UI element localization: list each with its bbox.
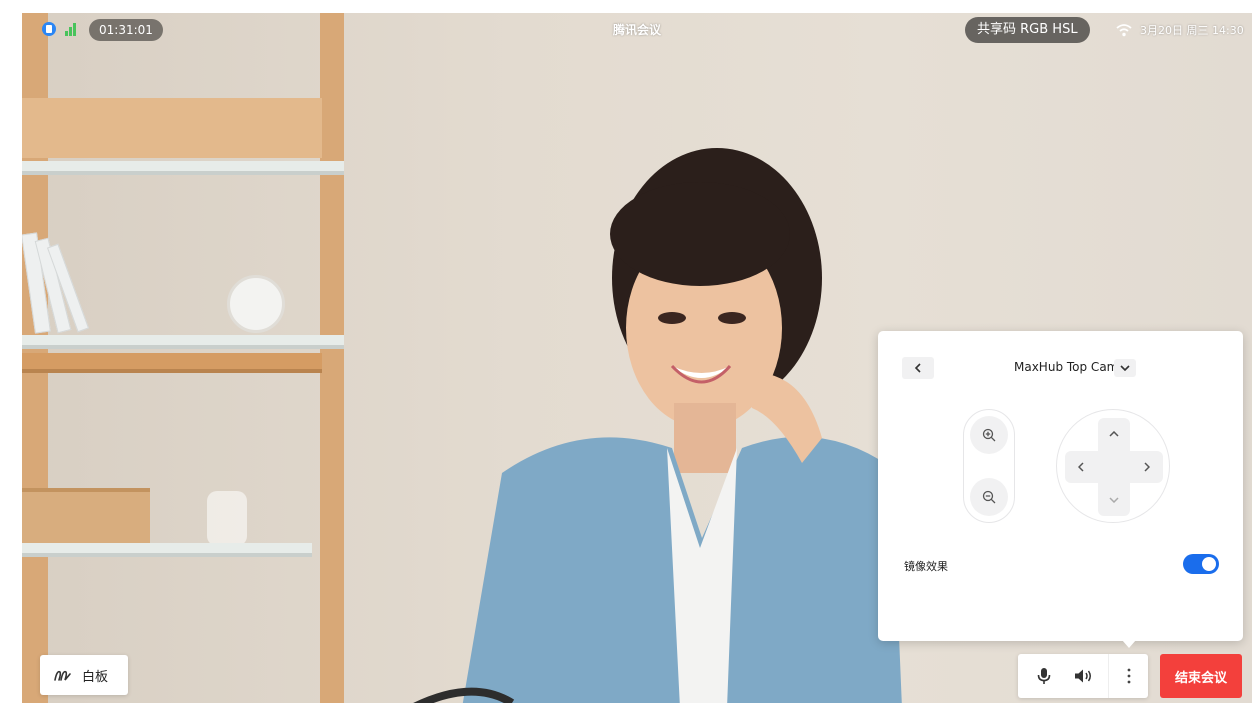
more-vertical-icon — [1127, 668, 1130, 684]
toggle-knob — [1202, 557, 1216, 571]
wifi-icon — [1116, 24, 1132, 37]
dropdown-chevron-icon — [1120, 365, 1130, 371]
camera-control-panel: MaxHub Top Cam 镜像效果 — [878, 331, 1243, 641]
more-options-button[interactable] — [1108, 654, 1148, 698]
pan-tilt-pad — [1056, 409, 1170, 523]
pan-right-button[interactable] — [1131, 451, 1163, 483]
microphone-icon — [1037, 668, 1051, 684]
zoom-out-button[interactable] — [970, 478, 1008, 516]
mirror-effect-label: 镜像效果 — [904, 560, 948, 573]
microphone-button[interactable] — [1024, 654, 1064, 698]
pan-left-icon — [1078, 462, 1084, 472]
background-shelf — [22, 13, 367, 703]
zoom-in-icon — [982, 428, 996, 442]
panel-pointer — [1122, 640, 1136, 648]
status-bar: 01:31:01 腾讯会议 共享码 RGB HSL 3月20日 周三 14:30 — [22, 13, 1252, 47]
mirror-effect-toggle[interactable] — [1183, 554, 1219, 574]
audio-controls — [1018, 654, 1148, 698]
date-time: 3月20日 周三 14:30 — [1140, 24, 1244, 37]
pan-down-button[interactable] — [1098, 484, 1130, 516]
pan-right-icon — [1144, 462, 1150, 472]
speaker-button[interactable] — [1064, 654, 1104, 698]
pan-left-button[interactable] — [1065, 451, 1097, 483]
end-meeting-button[interactable]: 结束会议 — [1160, 654, 1242, 698]
zoom-in-button[interactable] — [970, 416, 1008, 454]
pan-up-icon — [1109, 431, 1119, 437]
zoom-out-icon — [982, 490, 996, 504]
camera-name[interactable]: MaxHub Top Cam — [1014, 360, 1118, 374]
zoom-controls — [963, 409, 1015, 523]
whiteboard-pen-icon — [54, 670, 71, 681]
pan-up-button[interactable] — [1098, 418, 1130, 450]
whiteboard-button[interactable]: 白板 — [40, 655, 128, 695]
participant-video — [413, 148, 902, 703]
speaker-icon — [1075, 669, 1091, 683]
back-chevron-icon — [914, 363, 921, 373]
whiteboard-label: 白板 — [82, 669, 109, 685]
back-button[interactable] — [902, 357, 934, 379]
pan-down-icon — [1109, 497, 1119, 503]
camera-select-dropdown[interactable] — [1114, 359, 1136, 377]
share-code-badge[interactable]: 共享码 RGB HSL — [965, 17, 1090, 43]
